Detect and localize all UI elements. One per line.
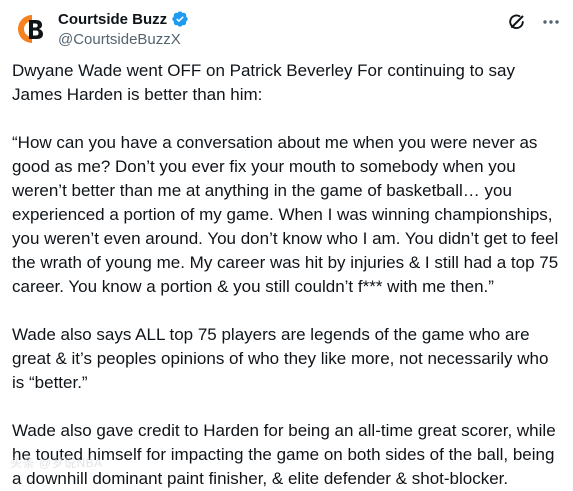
verified-badge-icon — [171, 10, 189, 28]
author-handle[interactable]: @CourtsideBuzzX — [58, 31, 189, 48]
courtside-buzz-logo — [12, 9, 52, 49]
tweet-text: Dwyane Wade went OFF on Patrick Beverley… — [12, 59, 560, 491]
avatar[interactable] — [12, 9, 52, 49]
tweet-paragraph: “How can you have a conversation about m… — [12, 133, 559, 296]
tweet-paragraph: Dwyane Wade went OFF on Patrick Beverley… — [12, 61, 515, 104]
display-name-row: Courtside Buzz — [58, 9, 189, 29]
display-name[interactable]: Courtside Buzz — [58, 11, 167, 28]
top-actions — [507, 12, 561, 32]
more-icon[interactable] — [541, 12, 561, 32]
watermark: 头条 @罗说NBA — [10, 456, 103, 470]
grok-icon[interactable] — [507, 12, 527, 32]
author-names: Courtside Buzz @CourtsideBuzzX — [58, 9, 189, 48]
tweet-header: Courtside Buzz @CourtsideBuzzX — [12, 8, 561, 52]
tweet-paragraph: Wade also says ALL top 75 players are le… — [12, 325, 549, 392]
